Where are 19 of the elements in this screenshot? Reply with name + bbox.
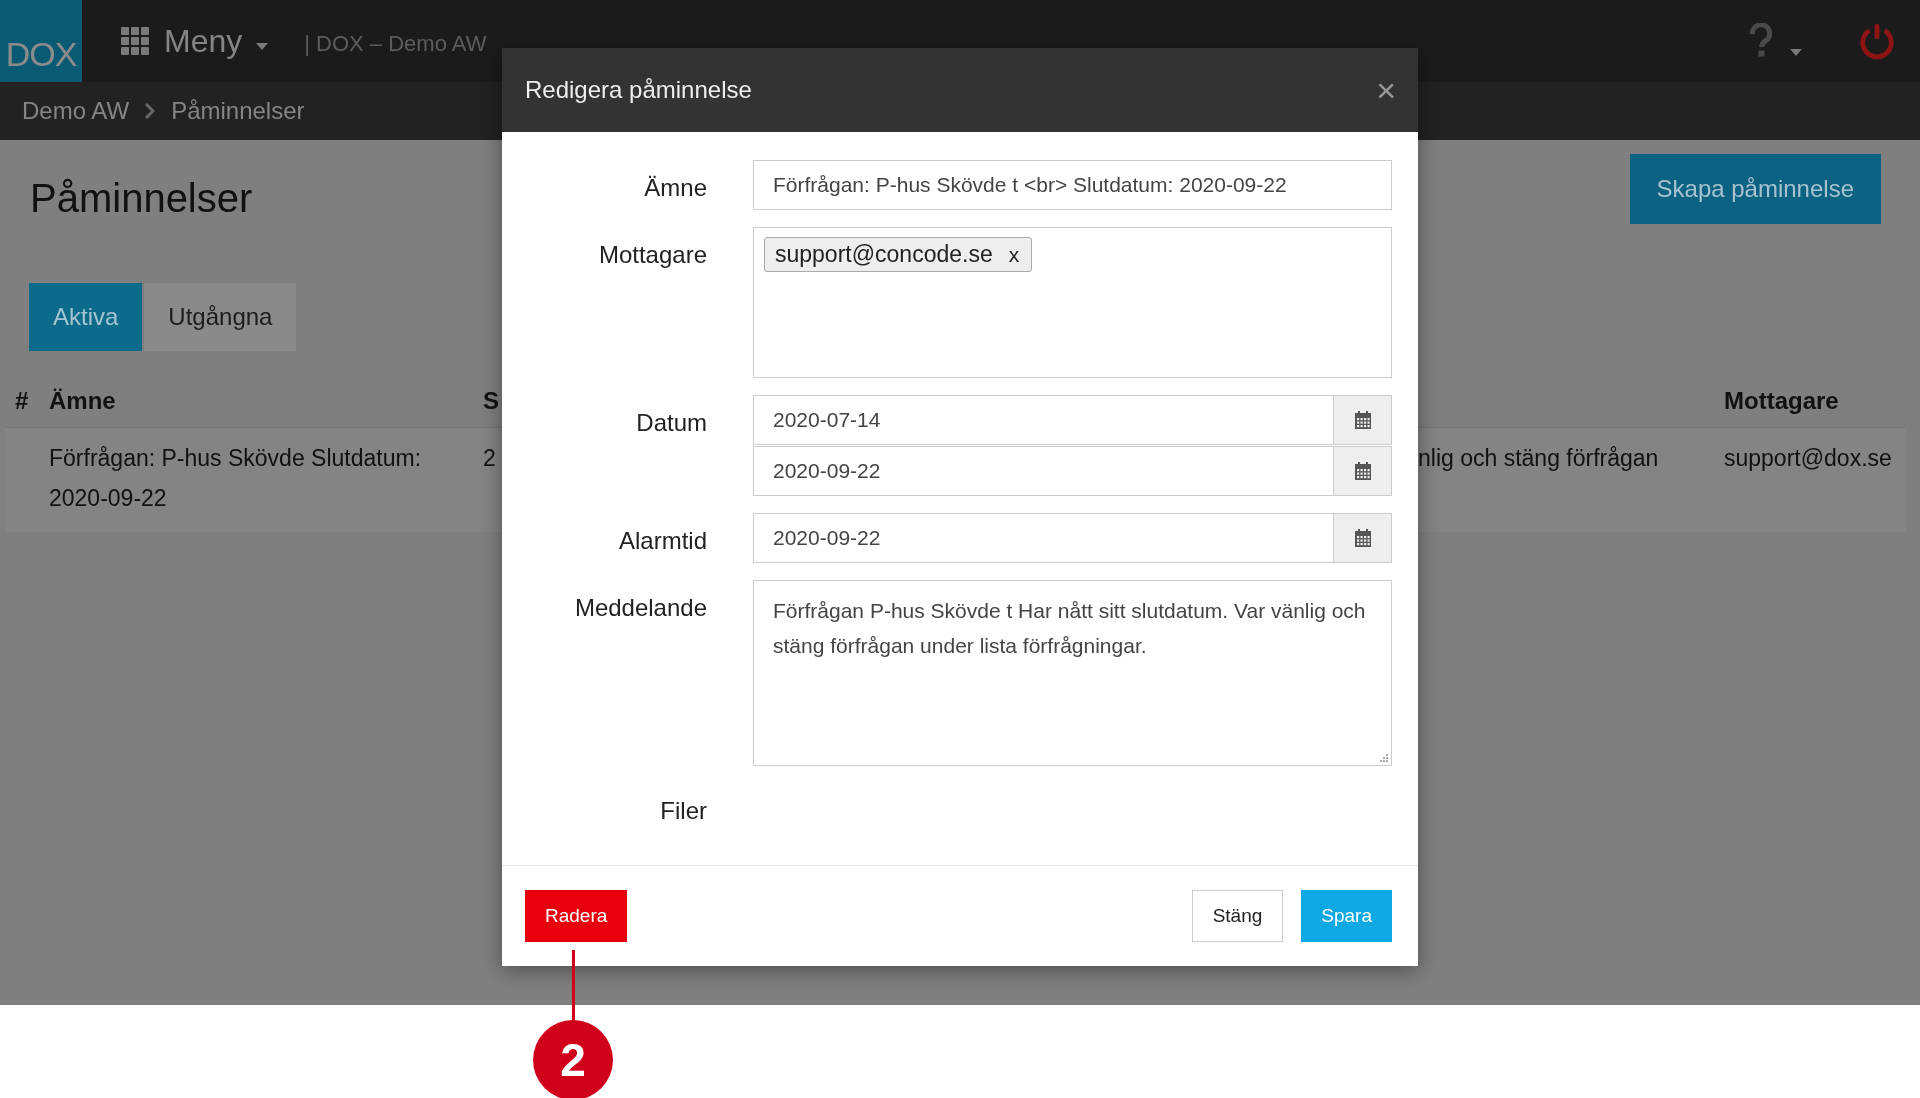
column-header: S <box>483 387 499 414</box>
column-header: Ämne <box>49 387 116 414</box>
column-header: Mottagare <box>1724 387 1839 414</box>
tag-text: support@concode.se <box>775 241 993 268</box>
page-title: Påminnelser <box>30 176 253 221</box>
field-label: Meddelande <box>573 593 707 623</box>
field-label: Mottagare <box>597 240 707 270</box>
column-header: # <box>15 387 29 414</box>
dialog-title: Redigera påminnelse <box>525 76 752 104</box>
table-cell: nlig och stäng förfrågan <box>1418 445 1659 471</box>
breadcrumb-item: Påminnelser <box>171 97 305 125</box>
table-cell: support@dox.se <box>1724 445 1892 471</box>
table-cell: Förfrågan: P-hus Skövde Slutdatum: 2020-09-22 <box>49 445 422 511</box>
table-cell: 2 <box>483 445 496 471</box>
app-title: | DOX – Demo AW <box>304 31 487 57</box>
field-label: Datum <box>635 408 707 438</box>
field-label: Filer <box>659 796 707 825</box>
field-label: Alarmtid <box>617 526 707 556</box>
field-label: Ämne <box>643 173 707 203</box>
